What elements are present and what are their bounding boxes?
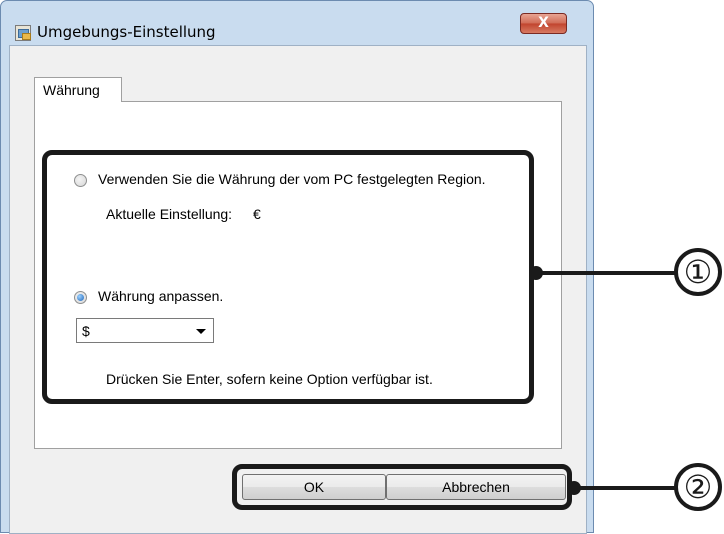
close-button[interactable]: X <box>520 13 567 34</box>
window-title: Umgebungs-Einstellung <box>37 23 216 41</box>
callout-line-2 <box>574 486 680 490</box>
callout-number-2: ② <box>674 463 722 511</box>
close-icon: X <box>538 15 549 31</box>
tab-waehrung[interactable]: Währung <box>34 77 122 102</box>
callout-frame-currency-options <box>42 150 534 404</box>
tab-label: Währung <box>43 82 100 98</box>
callout-line-1 <box>536 271 680 275</box>
callout-frame-buttons <box>232 464 572 510</box>
callout-number-1: ① <box>674 248 722 296</box>
settings-app-icon <box>15 25 31 41</box>
title-bar[interactable]: Umgebungs-Einstellung X <box>1 1 593 41</box>
